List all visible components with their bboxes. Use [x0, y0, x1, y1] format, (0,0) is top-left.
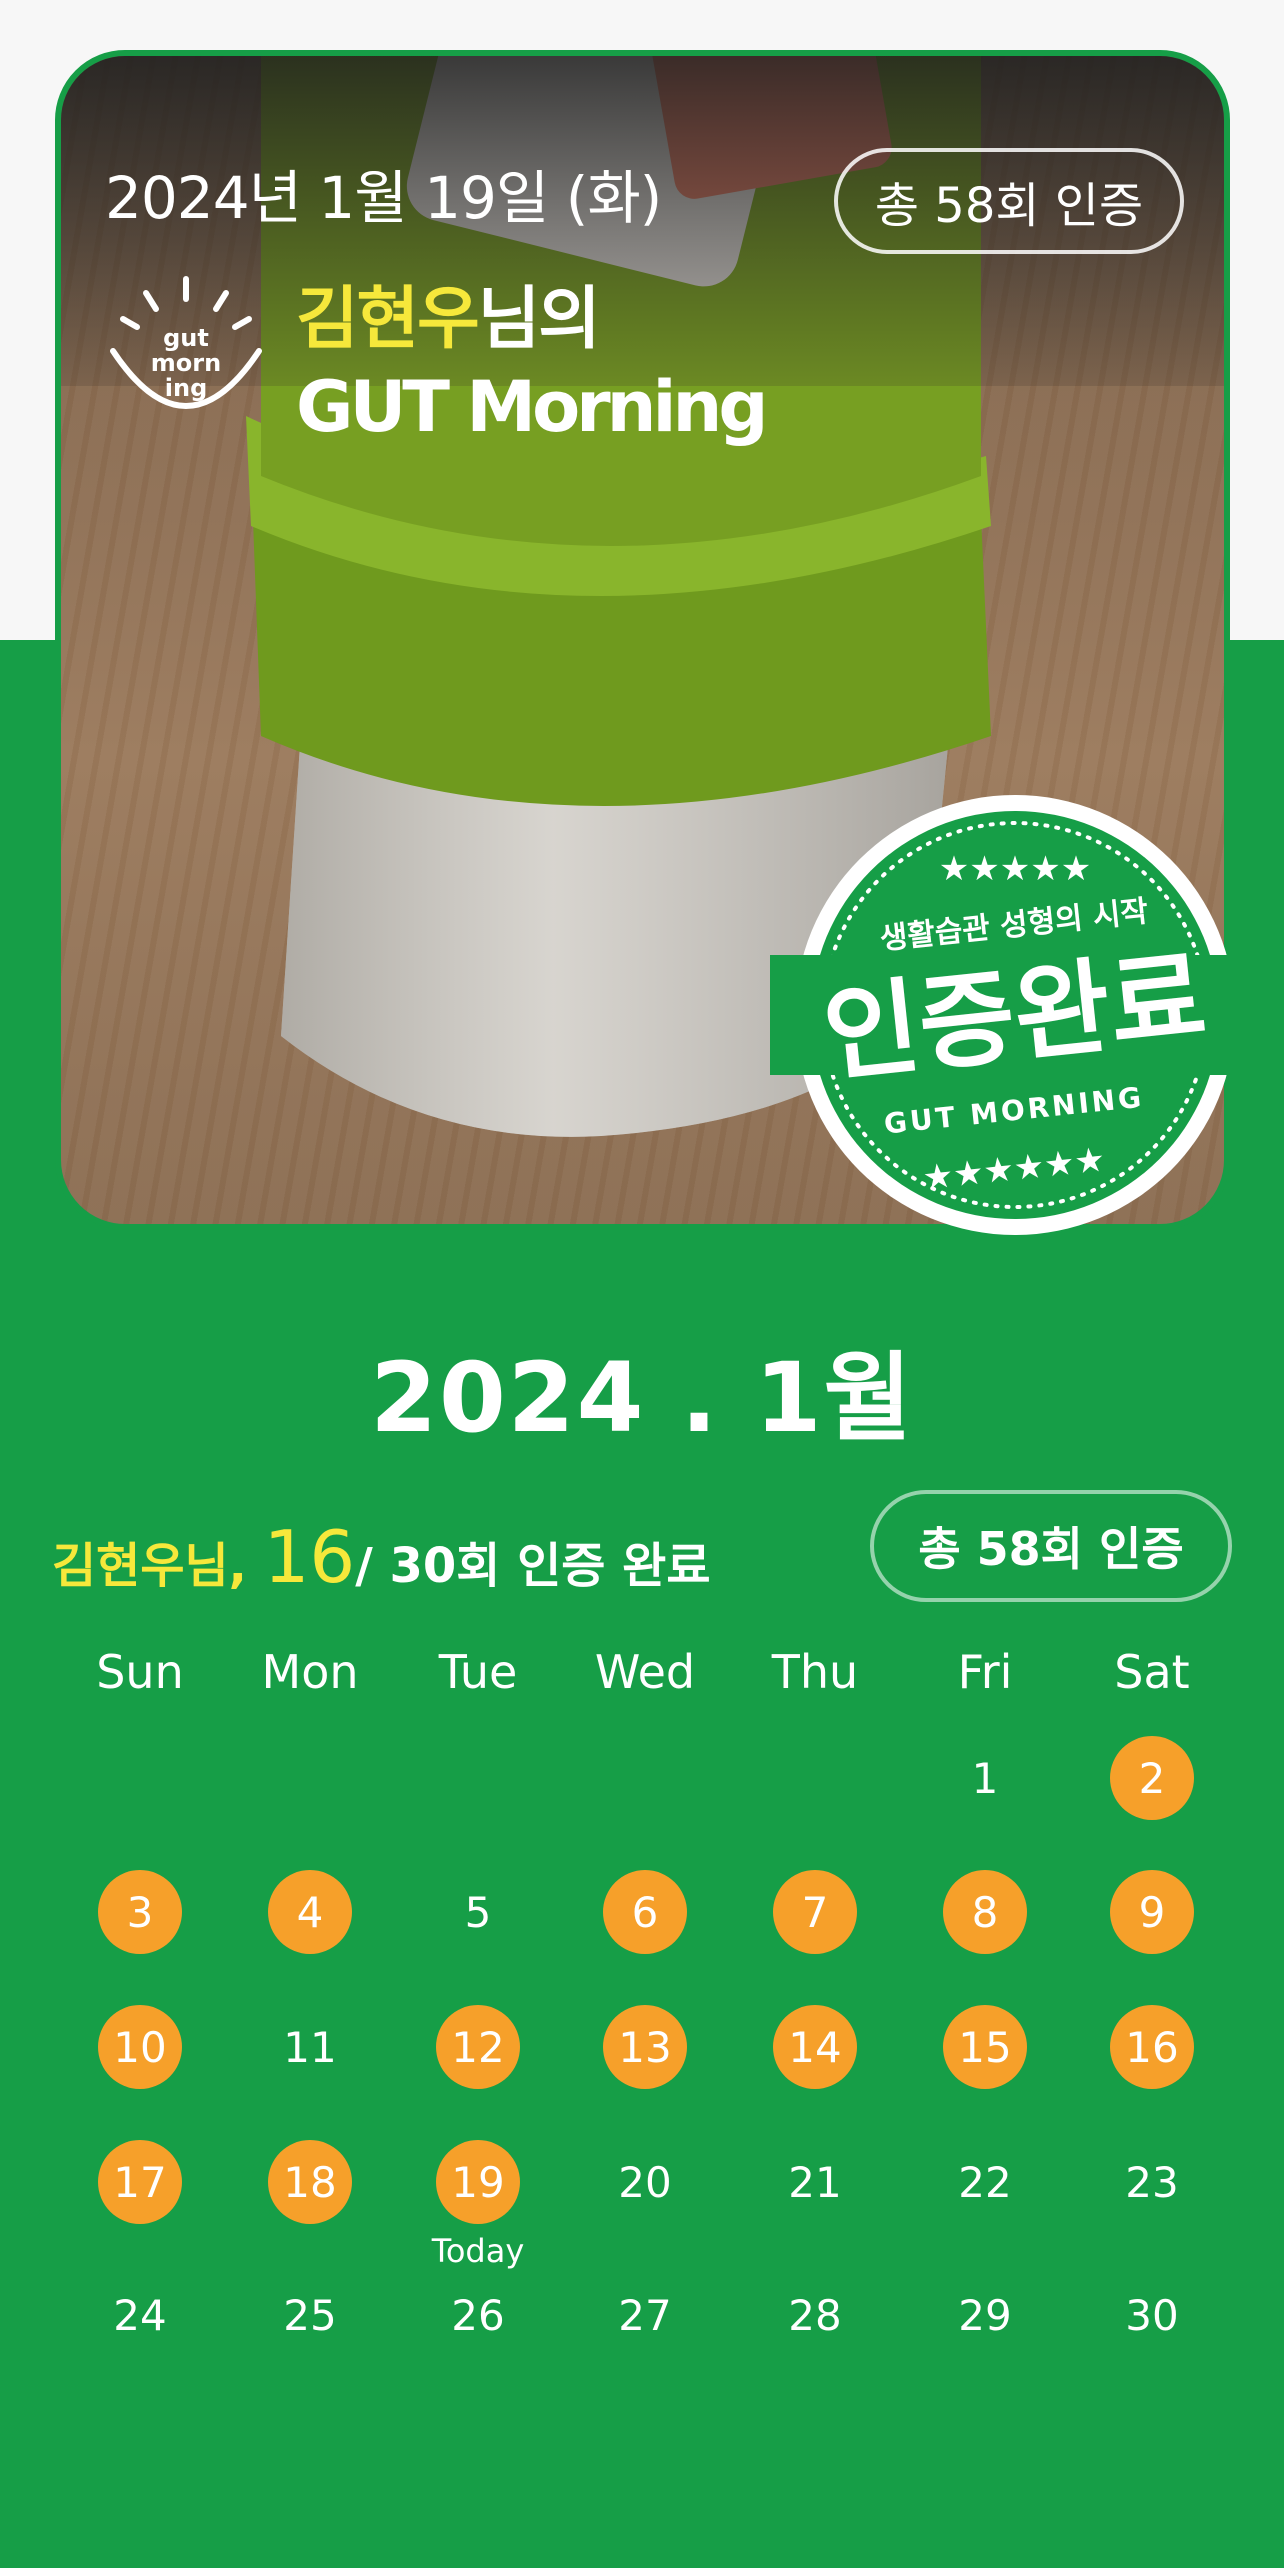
logo-text-2: morn	[151, 349, 221, 377]
weekday-sun: Sun	[96, 1645, 184, 1699]
photo-date: 2024년 1월 19일 (화)	[105, 164, 662, 232]
weekday-header: Sun Mon Tue Wed Thu Fri Sat	[0, 1645, 1284, 1705]
gut-morning-logo-icon: gut morn ing	[110, 276, 262, 409]
weekday-fri: Fri	[957, 1645, 1013, 1699]
total-verification-badge[interactable]: 총 58회 인증	[870, 1490, 1232, 1602]
calendar-day-8[interactable]: 8	[943, 1870, 1027, 1954]
weekday-tue: Tue	[438, 1645, 518, 1699]
calendar-day-7[interactable]: 7	[773, 1870, 857, 1954]
calendar-day-13[interactable]: 13	[603, 2005, 687, 2089]
calendar-day-16[interactable]: 16	[1110, 2005, 1194, 2089]
calendar-day-19[interactable]: 19	[436, 2140, 520, 2224]
calendar-day-12[interactable]: 12	[436, 2005, 520, 2089]
calendar-day-18[interactable]: 18	[268, 2140, 352, 2224]
owner-suffix: 님의	[477, 280, 601, 359]
owner-line: 김현우님의	[296, 278, 601, 362]
calendar-day-27[interactable]: 27	[603, 2273, 687, 2357]
calendar-day-17[interactable]: 17	[98, 2140, 182, 2224]
photo-total-badge: 총 58회 인증	[834, 148, 1184, 254]
progress-summary: 김현우님, 16/ 30회 인증 완료	[52, 1515, 710, 1599]
calendar-day-5[interactable]: 5	[436, 1870, 520, 1954]
calendar-day-28[interactable]: 28	[773, 2273, 857, 2357]
progress-suffix: / 30회 인증 완료	[355, 1538, 711, 1594]
calendar-day-2[interactable]: 2	[1110, 1736, 1194, 1820]
calendar-day-23[interactable]: 23	[1110, 2140, 1194, 2224]
progress-count: 16	[263, 1515, 356, 1599]
calendar-day-4[interactable]: 4	[268, 1870, 352, 1954]
calendar-day-20[interactable]: 20	[603, 2140, 687, 2224]
calendar-day-9[interactable]: 9	[1110, 1870, 1194, 1954]
calendar-day-6[interactable]: 6	[603, 1870, 687, 1954]
brand-title: GUT Morning	[296, 366, 768, 448]
calendar-day-21[interactable]: 21	[773, 2140, 857, 2224]
weekday-wed: Wed	[594, 1645, 696, 1699]
calendar-day-25[interactable]: 25	[268, 2273, 352, 2357]
weekday-sat: Sat	[1114, 1645, 1190, 1699]
calendar-day-10[interactable]: 10	[98, 2005, 182, 2089]
weekday-mon: Mon	[261, 1645, 359, 1699]
calendar-day-26[interactable]: 26	[436, 2273, 520, 2357]
calendar-day-14[interactable]: 14	[773, 2005, 857, 2089]
calendar-day-30[interactable]: 30	[1110, 2273, 1194, 2357]
logo-text-1: gut	[163, 324, 209, 352]
calendar-day-29[interactable]: 29	[943, 2273, 1027, 2357]
owner-name: 김현우	[296, 280, 480, 359]
logo-text-3: ing	[165, 374, 208, 402]
month-title: 2024 . 1월	[370, 1342, 914, 1454]
calendar-day-24[interactable]: 24	[98, 2273, 182, 2357]
calendar-day-15[interactable]: 15	[943, 2005, 1027, 2089]
weekday-thu: Thu	[771, 1645, 859, 1699]
calendar-day-1[interactable]: 1	[943, 1736, 1027, 1820]
svg-text:★★★★★: ★★★★★	[939, 849, 1091, 889]
progress-user-name: 김현우님,	[52, 1538, 247, 1594]
calendar-day-11[interactable]: 11	[268, 2005, 352, 2089]
calendar-day-22[interactable]: 22	[943, 2140, 1027, 2224]
verified-stamp-icon: ★★★★★ 생활습관 성형의 시작 인증완료 GUT MORNING ★★★★★…	[770, 795, 1260, 1235]
calendar-day-3[interactable]: 3	[98, 1870, 182, 1954]
